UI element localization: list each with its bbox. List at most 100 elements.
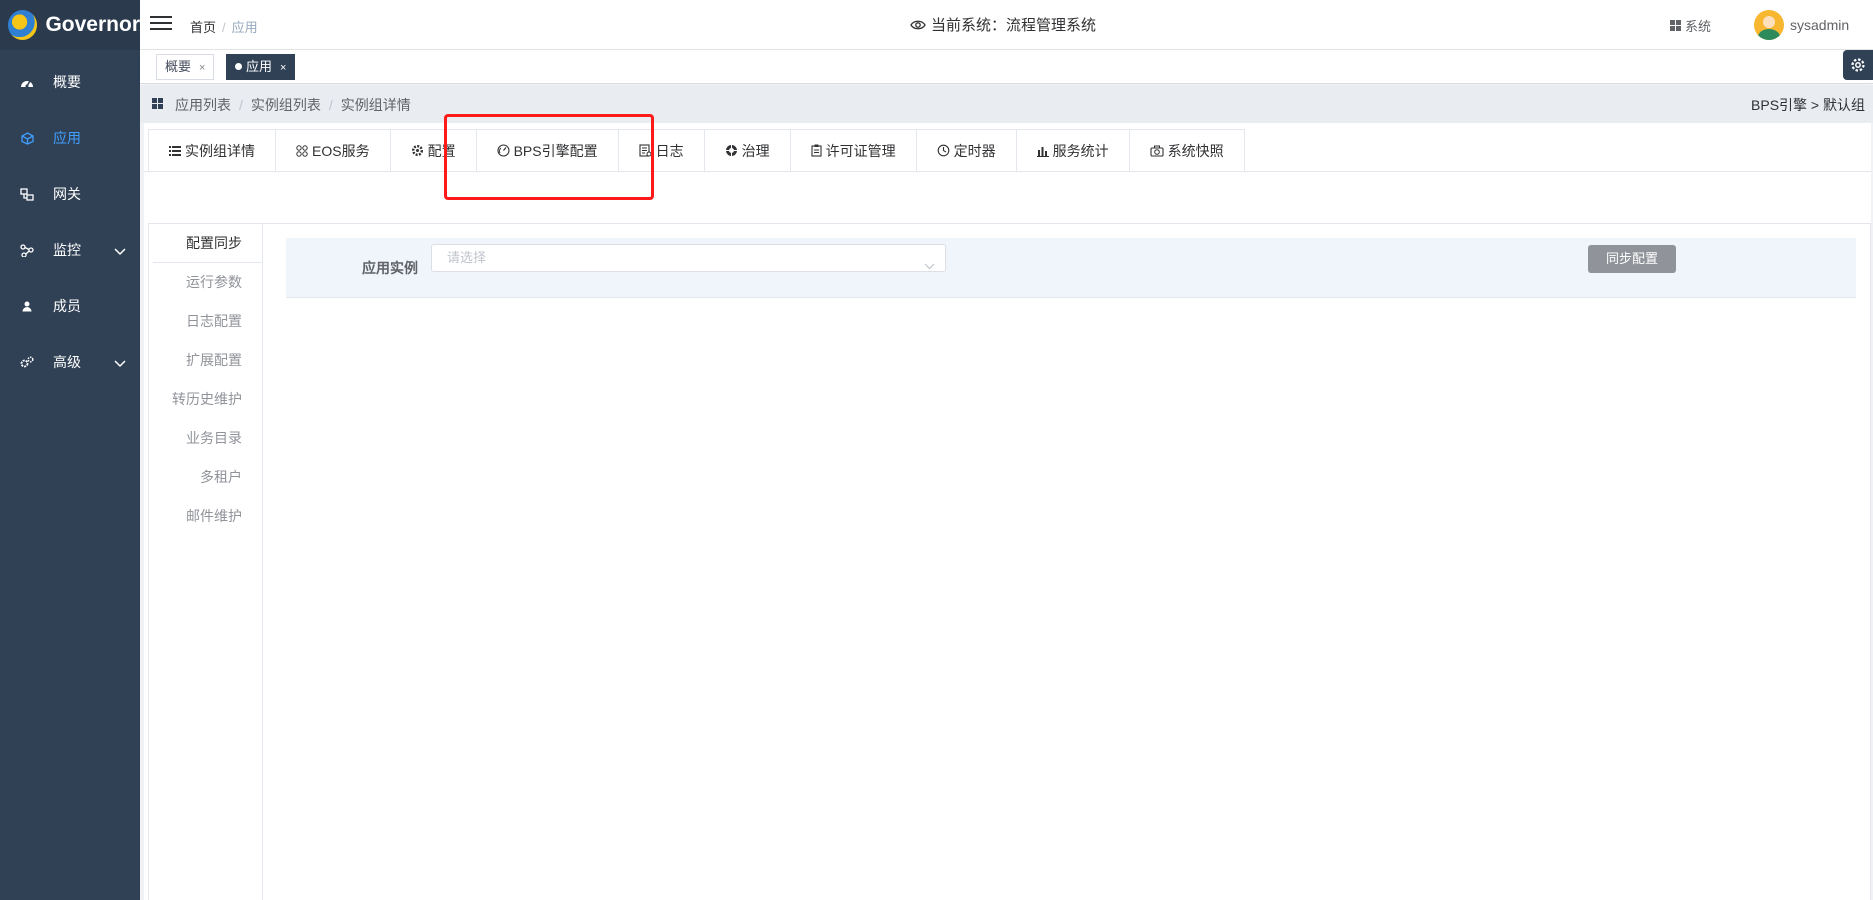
gears-icon bbox=[20, 355, 34, 369]
subcrumb-instance-group-detail: 实例组详情 bbox=[340, 97, 411, 113]
system-button[interactable]: 系统 bbox=[1670, 16, 1711, 35]
breadcrumb-current: 应用 bbox=[231, 20, 258, 35]
list-icon bbox=[169, 145, 181, 156]
tab-label: 日志 bbox=[655, 142, 684, 159]
side-tab-multi-tenant[interactable]: 多租户 bbox=[153, 458, 262, 497]
close-icon[interactable]: × bbox=[280, 62, 286, 74]
cube-icon bbox=[20, 131, 34, 145]
sidebar: Governor 概要 应用 网关 监控 成员 高级 bbox=[0, 0, 140, 900]
breadcrumb-home[interactable]: 首页 bbox=[190, 20, 216, 35]
sidebar-item-members[interactable]: 成员 bbox=[0, 278, 140, 334]
tab-label: 配置 bbox=[427, 142, 456, 159]
tab-license-management[interactable]: 许可证管理 bbox=[790, 130, 917, 171]
sidebar-item-label: 成员 bbox=[53, 298, 81, 314]
top-navbar: 首页 / 应用 当前系统：流程管理系统 系统 sysadmin bbox=[140, 0, 1873, 50]
gauge-icon bbox=[497, 144, 510, 157]
hamburger-menu-icon[interactable] bbox=[150, 13, 172, 35]
system-button-label: 系统 bbox=[1685, 19, 1712, 34]
tags-view: 概要 × 应用 × bbox=[140, 50, 1873, 84]
subcrumb-instance-group-list[interactable]: 实例组列表 bbox=[251, 97, 321, 113]
tab-label: 定时器 bbox=[953, 142, 996, 159]
sidebar-item-label: 网关 bbox=[53, 186, 81, 202]
side-tab-config-sync[interactable]: 配置同步 bbox=[153, 224, 262, 263]
apps-icon bbox=[296, 144, 308, 157]
tab-label: EOS服务 bbox=[312, 142, 370, 159]
sidebar-item-advanced[interactable]: 高级 bbox=[0, 334, 140, 390]
tag-apps[interactable]: 应用 × bbox=[226, 54, 296, 80]
tab-label: 服务统计 bbox=[1052, 142, 1109, 159]
gateway-icon bbox=[20, 187, 34, 201]
tag-label: 应用 bbox=[246, 59, 273, 74]
active-dot-icon bbox=[235, 63, 242, 70]
log-icon bbox=[639, 144, 652, 157]
tab-divider bbox=[144, 171, 1871, 172]
gear-icon bbox=[1851, 58, 1865, 72]
tab-bar: 实例组详情 EOS服务 配置 BPS引擎配置 日志 治理 许可证管理 定时器 服… bbox=[148, 129, 1245, 171]
user-icon bbox=[20, 299, 34, 313]
tab-timer[interactable]: 定时器 bbox=[916, 130, 1017, 171]
side-tab-business-catalog[interactable]: 业务目录 bbox=[153, 419, 262, 458]
tab-label: 实例组详情 bbox=[185, 142, 255, 159]
chevron-down-icon bbox=[114, 243, 126, 259]
dashboard-icon bbox=[20, 75, 34, 89]
tab-bps-engine-config[interactable]: BPS引擎配置 bbox=[476, 130, 619, 171]
eye-icon bbox=[910, 20, 926, 29]
side-tab-extension-config[interactable]: 扩展配置 bbox=[153, 341, 262, 380]
sub-breadcrumb: 应用列表 / 实例组列表 / 实例组详情 BPS引擎 > 默认组 bbox=[140, 85, 1873, 123]
sync-config-button[interactable]: 同步配置 bbox=[1588, 245, 1676, 273]
grid-icon bbox=[152, 98, 163, 109]
tab-eos-service[interactable]: EOS服务 bbox=[276, 130, 391, 171]
tab-label: 许可证管理 bbox=[825, 142, 896, 159]
instance-select-placeholder: 请选择 bbox=[447, 250, 487, 265]
main-content: 应用列表 / 实例组列表 / 实例组详情 BPS引擎 > 默认组 实例组详情 EOS服务… bbox=[140, 85, 1873, 900]
tab-config[interactable]: 配置 bbox=[390, 130, 477, 171]
governor-logo-icon bbox=[8, 10, 38, 40]
sidebar-menu: 概要 应用 网关 监控 成员 高级 bbox=[0, 50, 140, 390]
tab-label: BPS引擎配置 bbox=[513, 142, 598, 159]
current-system-label: 当前系统：流程管理系统 bbox=[931, 17, 1097, 34]
tab-system-snapshot[interactable]: 系统快照 bbox=[1129, 130, 1244, 171]
sidebar-item-label: 高级 bbox=[53, 354, 81, 370]
chevron-down-icon bbox=[114, 355, 126, 371]
tab-label: 系统快照 bbox=[1167, 142, 1224, 159]
chevron-down-icon bbox=[924, 253, 935, 279]
subcrumb-app-list[interactable]: 应用列表 bbox=[175, 97, 231, 113]
tab-label: 治理 bbox=[741, 142, 770, 159]
tab-service-stats[interactable]: 服务统计 bbox=[1016, 130, 1130, 171]
camera-icon bbox=[1150, 145, 1164, 157]
sidebar-item-label: 监控 bbox=[53, 242, 81, 258]
sidebar-item-monitor[interactable]: 监控 bbox=[0, 222, 140, 278]
settings-button[interactable] bbox=[1843, 50, 1873, 80]
engine-group-label: BPS引擎 > 默认组 bbox=[1751, 97, 1865, 113]
content-panel: 实例组详情 EOS服务 配置 BPS引擎配置 日志 治理 许可证管理 定时器 服… bbox=[144, 123, 1871, 900]
side-tab-mail-maintenance[interactable]: 邮件维护 bbox=[153, 497, 262, 536]
breadcrumb: 首页 / 应用 bbox=[190, 20, 258, 35]
tab-log[interactable]: 日志 bbox=[618, 130, 705, 171]
sidebar-item-overview[interactable]: 概要 bbox=[0, 54, 140, 110]
instance-label: 应用实例 bbox=[362, 260, 418, 276]
side-tab-log-config[interactable]: 日志配置 bbox=[153, 302, 262, 341]
vertical-tabs: 配置同步 运行参数 日志配置 扩展配置 转历史维护 业务目录 多租户 邮件维护 bbox=[153, 224, 263, 900]
close-icon[interactable]: × bbox=[199, 62, 205, 74]
clipboard-icon bbox=[811, 144, 822, 157]
tag-overview[interactable]: 概要 × bbox=[156, 54, 215, 80]
bps-config-pane: 配置同步 运行参数 日志配置 扩展配置 转历史维护 业务目录 多租户 邮件维护 … bbox=[148, 223, 1871, 900]
sidebar-item-gateway[interactable]: 网关 bbox=[0, 166, 140, 222]
tab-governance[interactable]: 治理 bbox=[704, 130, 791, 171]
avatar bbox=[1754, 10, 1784, 40]
sidebar-item-apps[interactable]: 应用 bbox=[0, 110, 140, 166]
sidebar-item-label: 概要 bbox=[53, 74, 81, 90]
side-tab-history-maintenance[interactable]: 转历史维护 bbox=[153, 380, 262, 419]
user-menu[interactable]: sysadmin bbox=[1754, 10, 1849, 40]
tag-label: 概要 bbox=[165, 59, 192, 74]
instance-select[interactable]: 请选择 bbox=[431, 244, 946, 272]
config-sync-form: 应用实例 请选择 同步配置 bbox=[286, 238, 1856, 298]
aperture-icon bbox=[725, 144, 738, 157]
username: sysadmin bbox=[1790, 17, 1850, 33]
logo[interactable]: Governor bbox=[0, 0, 140, 50]
bar-chart-icon bbox=[1036, 145, 1049, 157]
monitor-icon bbox=[20, 243, 34, 257]
tab-instance-group-detail[interactable]: 实例组详情 bbox=[149, 130, 276, 171]
sidebar-item-label: 应用 bbox=[53, 130, 81, 146]
side-tab-runtime-params[interactable]: 运行参数 bbox=[153, 263, 262, 302]
